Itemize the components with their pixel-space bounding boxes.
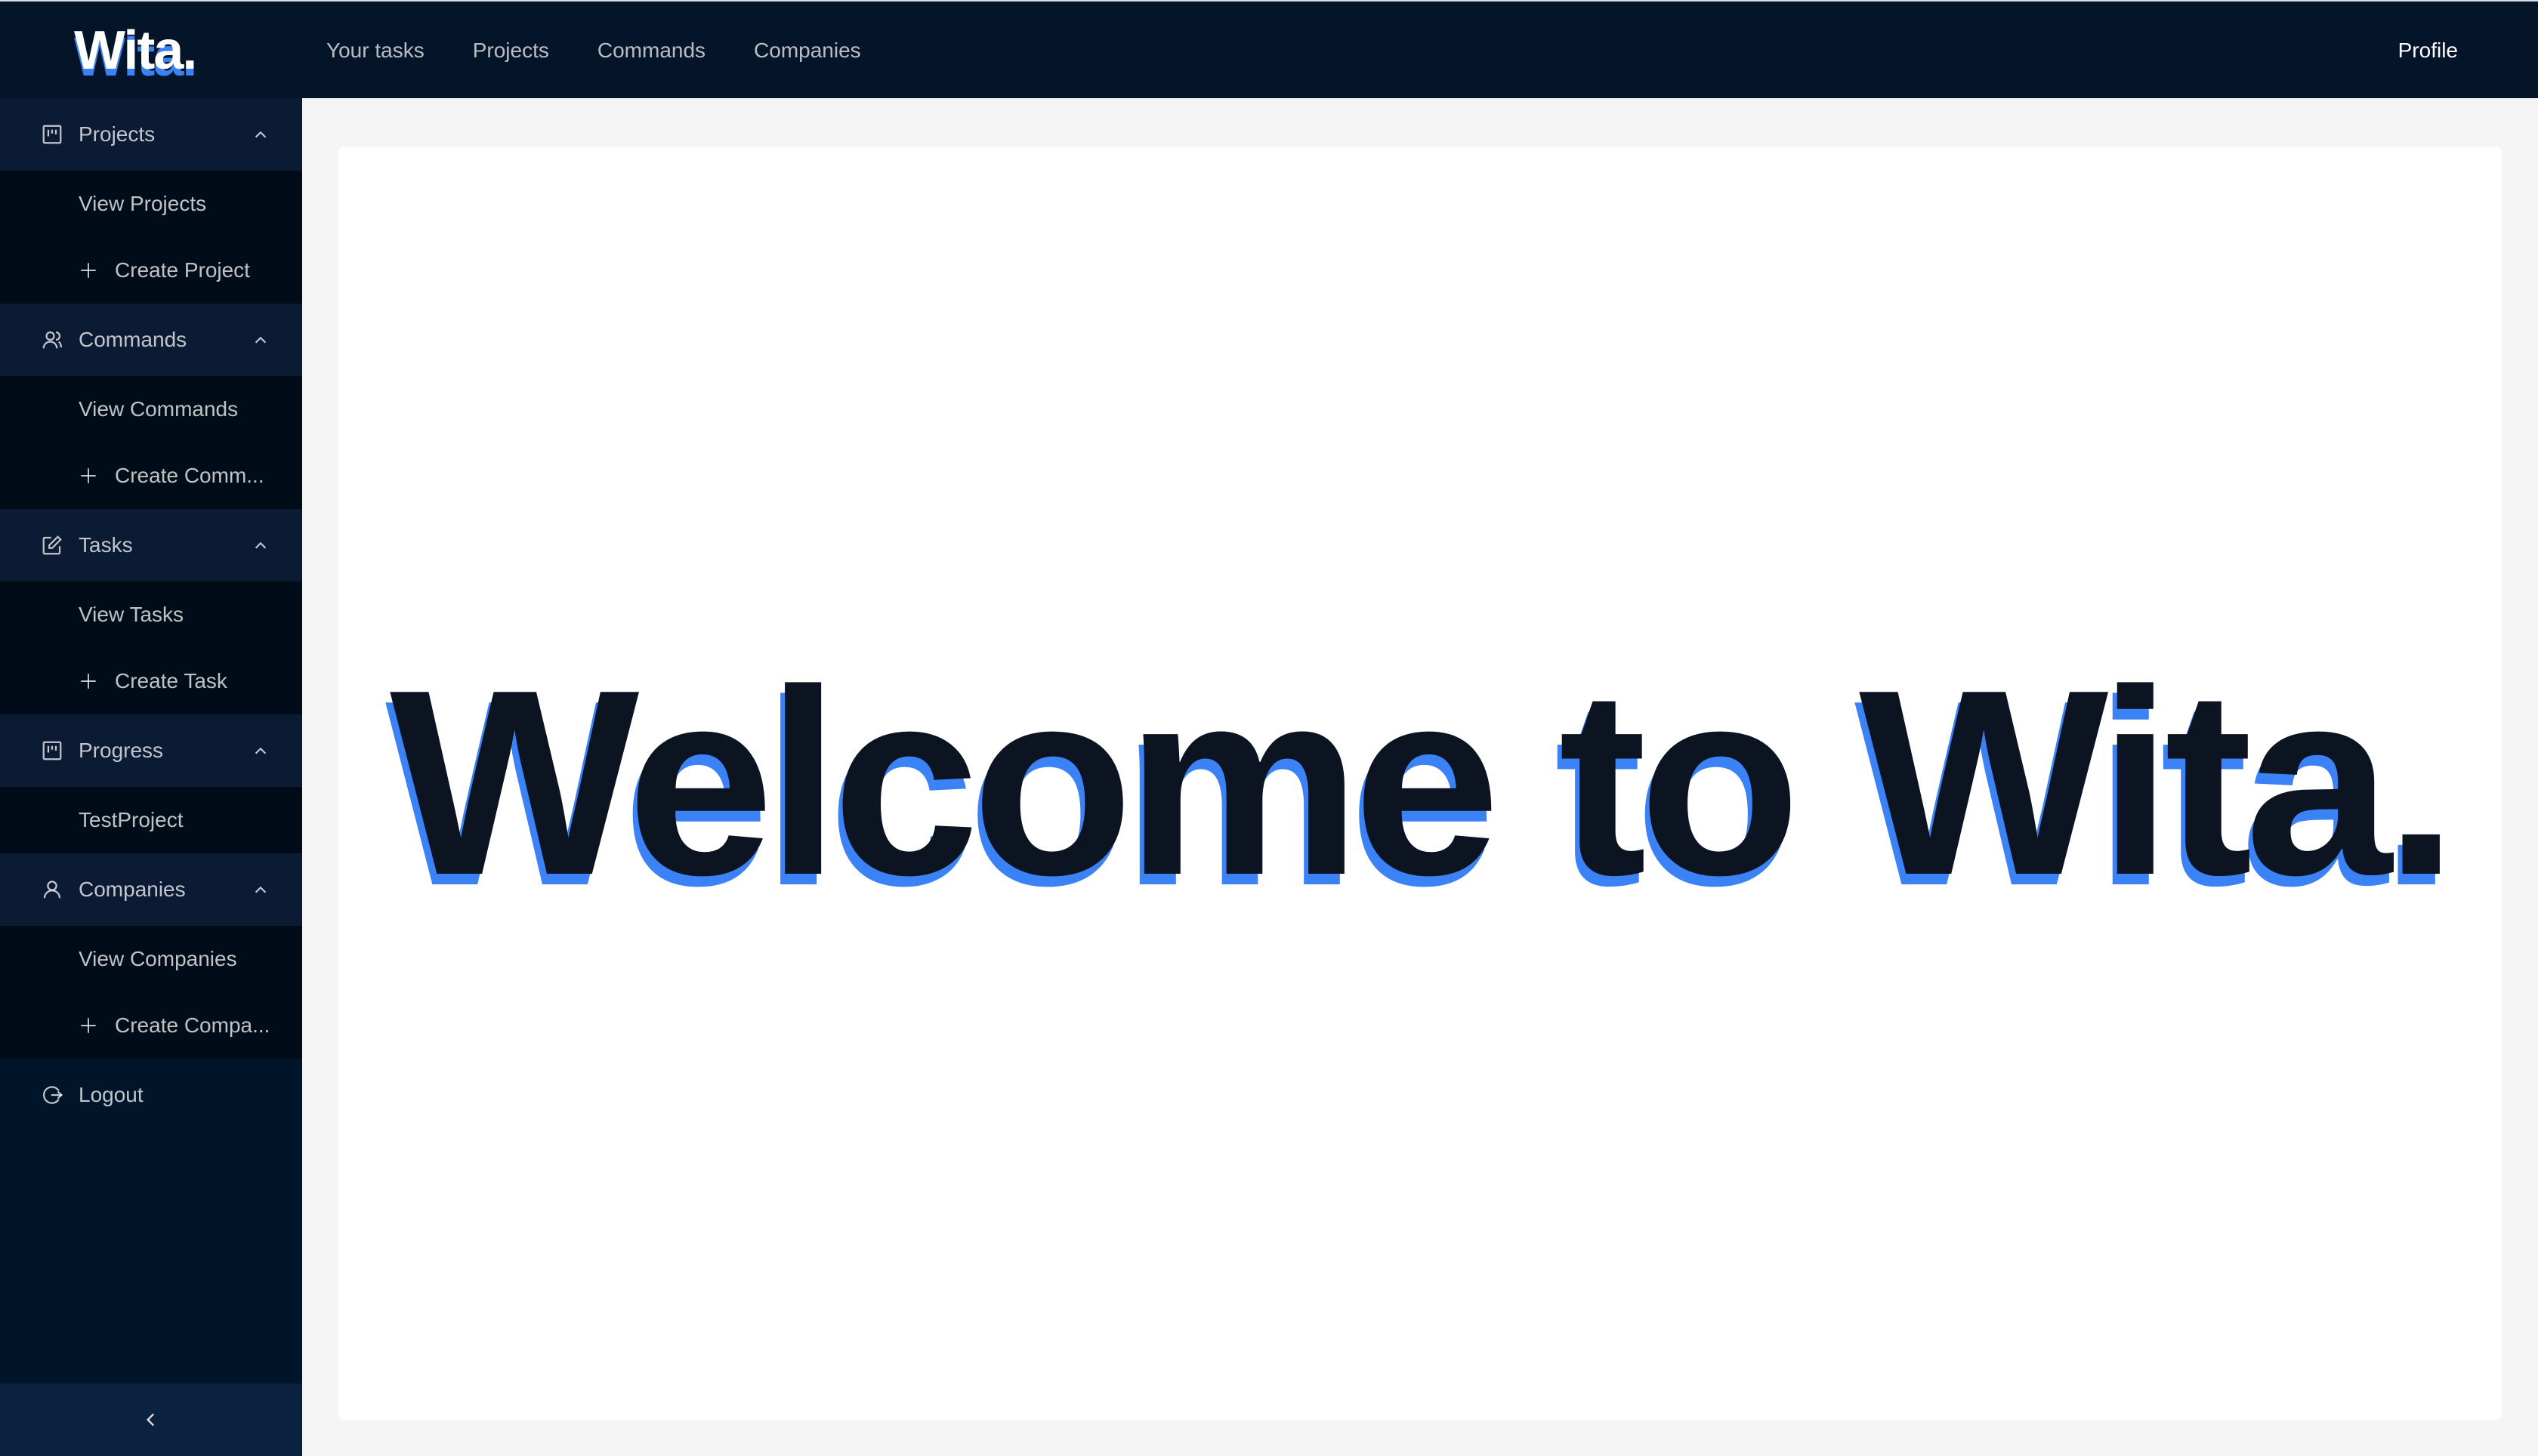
plus-icon bbox=[79, 466, 98, 486]
project-board-icon bbox=[41, 123, 63, 146]
sidebar-group-label: Progress bbox=[79, 739, 164, 762]
user-icon bbox=[41, 878, 63, 901]
logout-icon bbox=[41, 1084, 63, 1106]
logout-label: Logout bbox=[79, 1083, 144, 1106]
topnav-projects[interactable]: Projects bbox=[473, 39, 549, 63]
sidebar-item-label: View Projects bbox=[79, 192, 207, 215]
app-logo[interactable]: Wita. bbox=[74, 17, 197, 85]
welcome-heading: Welcome to Wita. bbox=[389, 635, 2458, 930]
sidebar-item-create-task[interactable]: Create Task bbox=[0, 648, 302, 714]
sidebar-group-progress[interactable]: Progress bbox=[0, 714, 302, 787]
profile-link[interactable]: Profile bbox=[2398, 2, 2458, 100]
chevron-up-icon bbox=[252, 332, 269, 348]
chevron-up-icon bbox=[252, 742, 269, 759]
topnav-commands[interactable]: Commands bbox=[597, 39, 706, 63]
sidebar-item-create-command[interactable]: Create Comm... bbox=[0, 443, 302, 509]
top-header: Wita. Your tasks Projects Commands Compa… bbox=[0, 0, 2538, 98]
sidebar-group-tasks[interactable]: Tasks bbox=[0, 509, 302, 581]
submenu-commands: View Commands Create Comm... bbox=[0, 376, 302, 509]
sidebar-group-commands[interactable]: Commands bbox=[0, 304, 302, 376]
plus-icon bbox=[79, 261, 98, 280]
plus-icon bbox=[79, 671, 98, 691]
sidebar-item-label: Create Task bbox=[115, 669, 227, 693]
chevron-up-icon bbox=[252, 881, 269, 898]
sidebar-item-create-company[interactable]: Create Compa... bbox=[0, 992, 302, 1059]
sidebar-group-label: Companies bbox=[79, 878, 186, 901]
team-icon bbox=[41, 329, 63, 351]
sidebar-item-label: View Commands bbox=[79, 397, 239, 421]
sidebar-item-label: View Tasks bbox=[79, 603, 184, 626]
main-content-card: Welcome to Wita. bbox=[338, 147, 2502, 1420]
sidebar-group-label: Commands bbox=[79, 328, 187, 351]
submenu-projects: View Projects Create Project bbox=[0, 171, 302, 304]
submenu-tasks: View Tasks Create Task bbox=[0, 581, 302, 714]
sidebar-item-view-companies[interactable]: View Companies bbox=[0, 926, 302, 992]
sidebar-item-label: Create Compa... bbox=[115, 1013, 270, 1037]
sidebar-group-companies[interactable]: Companies bbox=[0, 853, 302, 926]
chevron-left-icon bbox=[141, 1410, 161, 1430]
sidebar-item-view-commands[interactable]: View Commands bbox=[0, 376, 302, 443]
submenu-companies: View Companies Create Compa... bbox=[0, 926, 302, 1059]
sidebar-group-label: Tasks bbox=[79, 533, 133, 557]
edit-icon bbox=[41, 534, 63, 557]
sidebar-item-label: TestProject bbox=[79, 808, 184, 831]
sidebar-item-view-tasks[interactable]: View Tasks bbox=[0, 581, 302, 648]
topnav-companies[interactable]: Companies bbox=[754, 39, 861, 63]
sidebar-group-projects[interactable]: Projects bbox=[0, 98, 302, 171]
top-navigation: Your tasks Projects Commands Companies bbox=[326, 2, 861, 100]
sidebar-item-label: Create Project bbox=[115, 258, 250, 282]
plus-icon bbox=[79, 1016, 98, 1035]
sidebar: Projects View Projects Create Project Co… bbox=[0, 98, 302, 1456]
sidebar-item-create-project[interactable]: Create Project bbox=[0, 237, 302, 304]
submenu-progress: TestProject bbox=[0, 787, 302, 853]
logout-button[interactable]: Logout bbox=[0, 1059, 302, 1131]
sidebar-collapse-button[interactable] bbox=[0, 1384, 302, 1456]
sidebar-item-testproject[interactable]: TestProject bbox=[0, 787, 302, 853]
topnav-your-tasks[interactable]: Your tasks bbox=[326, 39, 425, 63]
sidebar-item-view-projects[interactable]: View Projects bbox=[0, 171, 302, 237]
sidebar-item-label: View Companies bbox=[79, 947, 237, 970]
sidebar-group-label: Projects bbox=[79, 122, 156, 146]
sidebar-item-label: Create Comm... bbox=[115, 464, 264, 487]
project-board-icon bbox=[41, 739, 63, 762]
chevron-up-icon bbox=[252, 126, 269, 143]
chevron-up-icon bbox=[252, 537, 269, 554]
